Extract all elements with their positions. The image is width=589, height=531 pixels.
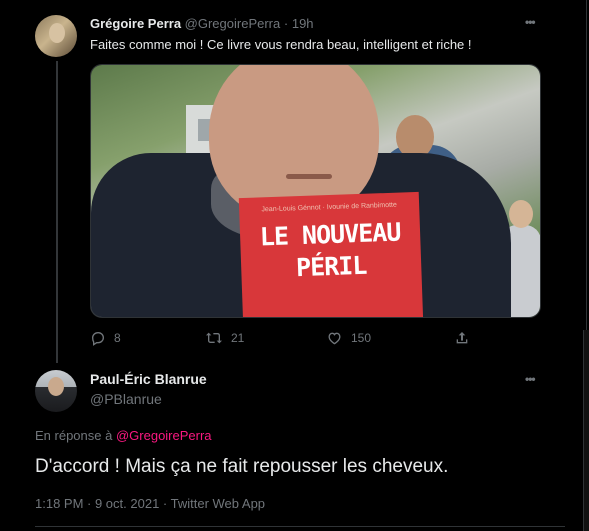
tweet-time[interactable]: 19h — [292, 16, 314, 31]
author-handle[interactable]: @GregoirePerra — [185, 16, 281, 31]
book-authors: Jean-Louis Génnot · Ivounie de Ranbimott… — [261, 201, 397, 214]
photo-child-head — [509, 200, 533, 228]
like-count: 150 — [351, 331, 372, 345]
author-name[interactable]: Grégoire Perra — [90, 16, 181, 31]
tweet-text: Faites comme moi ! Ce livre vous rendra … — [90, 37, 472, 52]
like-icon — [326, 330, 343, 346]
retweet-icon — [205, 330, 223, 346]
tweet-text: D'accord ! Mais ça ne fait repousser les… — [35, 456, 449, 477]
tweet-header: Grégoire Perra @GregoirePerra · 19h — [90, 16, 314, 31]
avatar-gregoire[interactable] — [35, 15, 77, 57]
reply-button[interactable]: 8 — [90, 330, 121, 346]
reply-count: 8 — [114, 331, 121, 345]
avatar-face — [49, 23, 65, 43]
separator-dot: · — [283, 16, 289, 31]
retweet-count: 21 — [231, 331, 245, 345]
more-icon[interactable]: ••• — [525, 15, 536, 29]
tweet-photo[interactable]: Jean-Louis Génnot · Ivounie de Ranbimott… — [90, 64, 541, 318]
tweet-meta[interactable]: 1:18 PM · 9 oct. 2021 · Twitter Web App — [35, 496, 265, 511]
retweet-button[interactable]: 21 — [205, 330, 244, 346]
like-button[interactable]: 150 — [326, 330, 371, 346]
author-handle[interactable]: @PBlanrue — [90, 391, 162, 407]
photo-mouth — [286, 174, 332, 179]
reply-context: En réponse à @GregoirePerra — [35, 428, 212, 443]
side-panel-edge — [583, 330, 589, 531]
more-icon[interactable]: ••• — [525, 372, 536, 386]
book-title: LE NOUVEAU PÉRIL — [259, 217, 401, 283]
avatar-paul-eric[interactable] — [35, 370, 77, 412]
share-button[interactable] — [454, 330, 470, 346]
reply-icon — [90, 330, 106, 346]
reply-to-link[interactable]: @GregoirePerra — [116, 428, 212, 443]
share-icon — [454, 330, 470, 346]
photo-book: Jean-Louis Génnot · Ivounie de Ranbimott… — [238, 191, 424, 317]
author-name[interactable]: Paul-Éric Blanrue — [90, 371, 207, 387]
divider — [35, 526, 565, 527]
reply-prefix: En réponse à — [35, 428, 113, 443]
avatar-face — [48, 377, 64, 396]
thread-line — [56, 61, 58, 363]
